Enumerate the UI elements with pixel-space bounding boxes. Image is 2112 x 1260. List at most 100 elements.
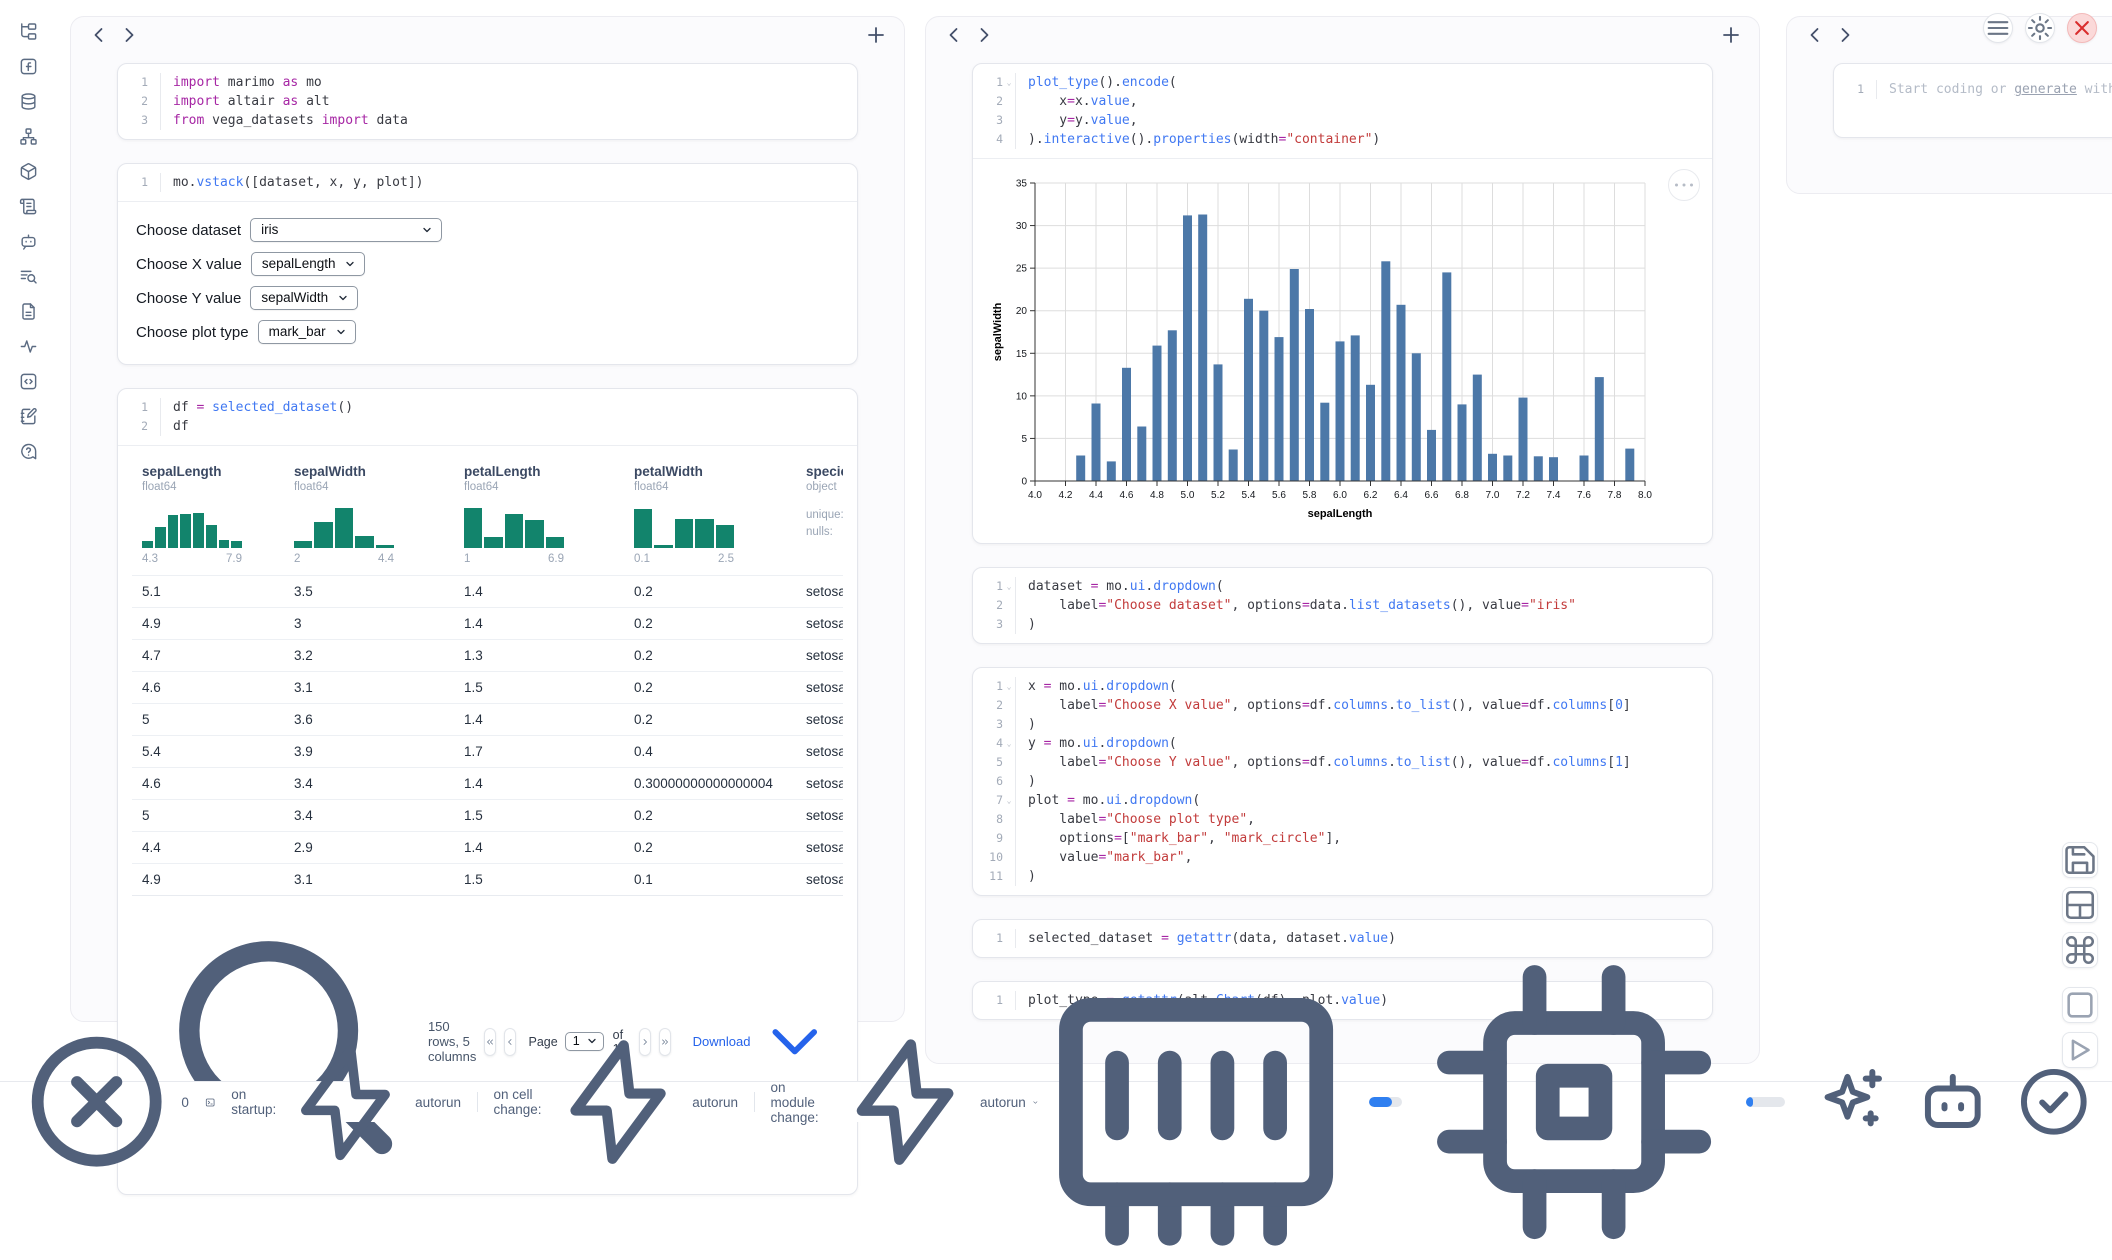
sidebar-search-list-button[interactable] (15, 263, 41, 289)
cell-vstack: 1mo.vstack([dataset, x, y, plot]) Choose… (117, 163, 858, 365)
code-editor[interactable]: 1⌄x = mo.ui.dropdown(2 label="Choose X v… (973, 668, 1712, 895)
code-line[interactable]: 3) (973, 715, 1712, 734)
column-prev-button[interactable] (942, 23, 966, 47)
code-line[interactable]: 2 x=x.value, (973, 92, 1712, 111)
code-line[interactable]: 10 value="mark_bar", (973, 848, 1712, 867)
add-column-button[interactable] (1719, 23, 1743, 47)
settings-button[interactable] (2025, 13, 2055, 43)
chevron-left-icon (942, 23, 966, 47)
code-line[interactable]: 1df = selected_dataset() (118, 398, 857, 417)
code-line[interactable]: 7⌄plot = mo.ui.dropdown( (973, 791, 1712, 810)
code-line[interactable]: 3 y=y.value, (973, 111, 1712, 130)
column-next-button[interactable] (117, 23, 141, 47)
table-row[interactable]: 53.61.40.2setosa (132, 703, 843, 735)
bot-icon[interactable] (1913, 1062, 1993, 1142)
terminal-icon[interactable] (205, 1093, 215, 1112)
sidebar-functions-button[interactable] (15, 53, 41, 79)
on-cell-change-setting[interactable]: on cell change: autorun (494, 1034, 738, 1170)
table-row[interactable]: 53.41.50.2setosa (132, 799, 843, 831)
code-line[interactable]: 1⌄x = mo.ui.dropdown( (973, 677, 1712, 696)
control-row: Choose Y valuesepalWidth (136, 286, 839, 310)
code-line[interactable]: 1⌄dataset = mo.ui.dropdown( (973, 577, 1712, 596)
code-line[interactable]: 11) (973, 867, 1712, 886)
code-editor[interactable]: 1mo.vstack([dataset, x, y, plot]) (118, 164, 857, 201)
table-row[interactable]: 4.63.41.40.30000000000000004setosa (132, 767, 843, 799)
bar-chart[interactable]: 4.04.24.44.64.85.05.25.45.65.86.06.26.46… (989, 173, 1702, 525)
memory-icon (1038, 944, 1354, 1260)
sidebar-file-tree-button[interactable] (15, 18, 41, 44)
table-row[interactable]: 4.42.91.40.2setosa (132, 831, 843, 863)
column-next-button[interactable] (972, 23, 996, 47)
add-column-button[interactable] (864, 23, 888, 47)
app-frame-button[interactable] (2062, 987, 2098, 1023)
code-line[interactable]: 2import altair as alt (118, 92, 857, 111)
column-prev-button[interactable] (1803, 23, 1827, 47)
svg-text:6.0: 6.0 (1333, 490, 1347, 501)
sidebar-help-button[interactable] (15, 438, 41, 464)
svg-text:6.6: 6.6 (1425, 490, 1439, 501)
code-editor[interactable]: 1 Start coding or generate with AI (1834, 64, 2112, 137)
sparkles-icon[interactable] (1811, 1062, 1891, 1142)
close-button[interactable] (2067, 13, 2097, 43)
table-row[interactable]: 4.931.40.2setosa (132, 607, 843, 639)
sidebar-tracing-button[interactable] (15, 333, 41, 359)
choose-x-value-select[interactable]: sepalLength (251, 252, 366, 276)
code-line[interactable]: 3from vega_datasets import data (118, 111, 857, 130)
sidebar-documentation-button[interactable] (15, 298, 41, 324)
code-editor[interactable]: 1import marimo as mo2import altair as al… (118, 64, 857, 139)
code-line[interactable]: 1import marimo as mo (118, 73, 857, 92)
code-line[interactable]: 4⌄y = mo.ui.dropdown( (973, 734, 1712, 753)
column-header-sepalWidth: sepalWidthfloat6424.4 (284, 464, 454, 565)
svg-text:4.8: 4.8 (1150, 490, 1164, 501)
errors-indicator[interactable]: 0 (18, 1023, 189, 1180)
run-button[interactable] (2062, 1032, 2098, 1068)
column-prev-button[interactable] (87, 23, 111, 47)
code-line[interactable]: 9 options=["mark_bar", "mark_circle"], (973, 829, 1712, 848)
choose-y-value-select[interactable]: sepalWidth (250, 286, 358, 310)
sidebar-scratchpad-button[interactable] (15, 403, 41, 429)
sidebar-ai-chat-button[interactable] (15, 228, 41, 254)
code-editor[interactable]: 1df = selected_dataset()2df (118, 389, 857, 445)
keyboard-shortcuts-button[interactable] (2062, 932, 2098, 968)
code-editor[interactable]: 1⌄plot_type().encode(2 x=x.value,3 y=y.v… (973, 64, 1712, 158)
code-line[interactable]: 2df (118, 417, 857, 436)
code-line[interactable]: 6) (973, 772, 1712, 791)
table-row[interactable]: 4.93.11.50.1setosa (132, 863, 843, 895)
code-editor[interactable]: 1⌄dataset = mo.ui.dropdown(2 label="Choo… (973, 568, 1712, 643)
svg-text:7.8: 7.8 (1608, 490, 1622, 501)
svg-text:5.2: 5.2 (1211, 490, 1225, 501)
code-line[interactable]: 1mo.vstack([dataset, x, y, plot]) (118, 173, 857, 192)
code-line[interactable]: 1⌄plot_type().encode( (973, 73, 1712, 92)
sidebar-logs-button[interactable] (15, 193, 41, 219)
save-button[interactable] (2062, 842, 2098, 878)
table-row[interactable]: 4.63.11.50.2setosa (132, 671, 843, 703)
code-line[interactable]: 8 label="Choose plot type", (973, 810, 1712, 829)
code-line[interactable]: 5 label="Choose Y value", options=df.col… (973, 753, 1712, 772)
sidebar-dependency-graph-button[interactable] (15, 123, 41, 149)
choose-dataset-select[interactable]: iris (250, 218, 442, 242)
table-row[interactable]: 5.13.51.40.2setosa (132, 575, 843, 607)
code-line[interactable]: 2 label="Choose dataset", options=data.l… (973, 596, 1712, 615)
choose-plot-type-select[interactable]: mark_bar (258, 320, 356, 344)
table-row[interactable]: 4.73.21.30.2setosa (132, 639, 843, 671)
on-startup-setting[interactable]: on startup: autorun (231, 1039, 461, 1166)
table-row[interactable]: 5.43.91.70.4setosa (132, 735, 843, 767)
tracing-icon (19, 337, 38, 356)
sidebar-snippets-button[interactable] (15, 368, 41, 394)
svg-text:sepalLength: sepalLength (1308, 508, 1373, 520)
column-header-sepalLength: sepalLengthfloat644.37.9 (132, 464, 284, 565)
sidebar-packages-button[interactable] (15, 158, 41, 184)
svg-text:20: 20 (1016, 306, 1028, 317)
generate-link[interactable]: generate (2014, 82, 2077, 97)
code-line[interactable]: 4).interactive().properties(width="conta… (973, 130, 1712, 149)
sidebar-database-button[interactable] (15, 88, 41, 114)
circle-check-icon[interactable] (2014, 1062, 2094, 1142)
layout-select-button[interactable] (2062, 887, 2098, 923)
code-line[interactable]: 3) (973, 615, 1712, 634)
svg-text:0: 0 (1021, 477, 1027, 488)
code-line[interactable]: 2 label="Choose X value", options=df.col… (973, 696, 1712, 715)
on-module-change-setting[interactable]: on module change: autorun (771, 1033, 1039, 1171)
column-next-button[interactable] (1833, 23, 1857, 47)
chart-actions-button[interactable] (1668, 169, 1700, 201)
menu-button[interactable] (1983, 13, 2013, 43)
